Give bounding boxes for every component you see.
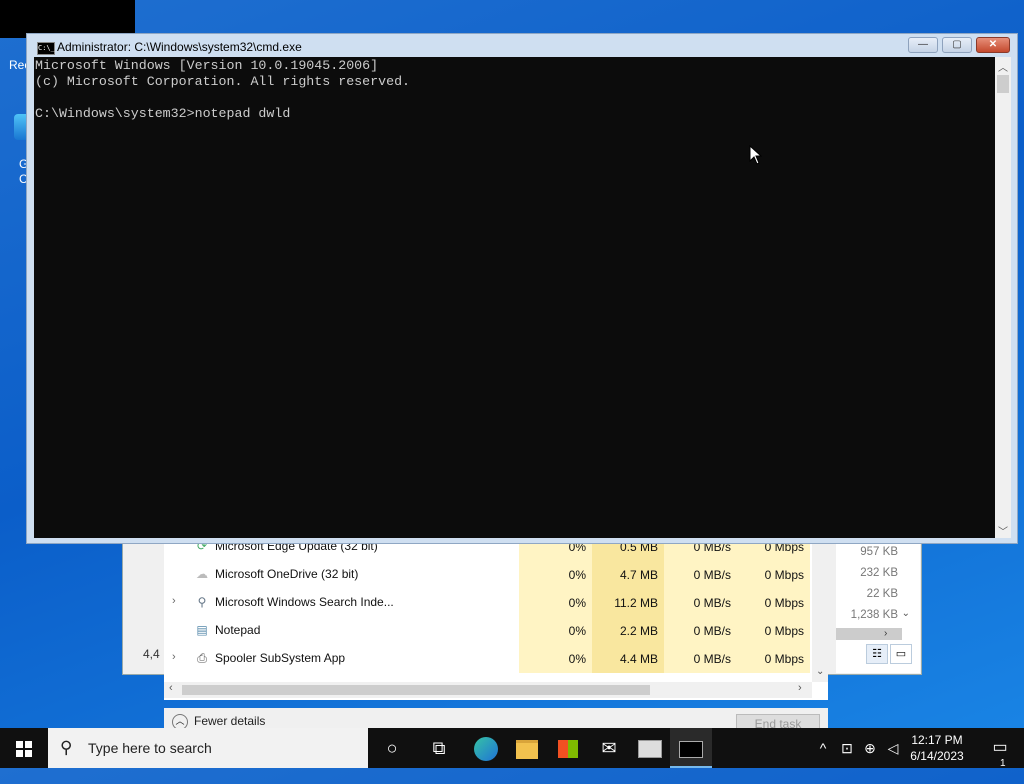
memory-value: 232 KB (860, 567, 898, 579)
console-prompt-line: C:\Windows\system32>notepad dwld (35, 106, 291, 121)
onedrive-icon: ☁ (196, 567, 208, 581)
start-button[interactable] (0, 728, 48, 768)
chevron-right-icon[interactable]: › (172, 595, 176, 607)
task-view-icon[interactable]: ⧉ (418, 728, 460, 768)
network-cell: 0 Mbps (737, 617, 810, 645)
disk-cell: 0 MB/s (664, 645, 737, 673)
fewer-details-label: Fewer details (194, 714, 266, 729)
tiles-view-icon[interactable]: ▭ (890, 644, 912, 664)
chevron-down-icon[interactable]: ⌄ (902, 608, 910, 619)
mail-icon[interactable]: ✉ (588, 728, 630, 768)
scrollbar-thumb[interactable] (836, 628, 902, 640)
scrollbar-thumb[interactable] (997, 75, 1009, 93)
search-placeholder: Type here to search (88, 740, 212, 756)
search-indexer-icon: ⚲ (197, 595, 207, 609)
cpu-cell: 0% (519, 589, 592, 617)
process-name: Notepad (215, 623, 261, 637)
network-icon[interactable]: ⊕ (861, 728, 879, 768)
cmd-taskbar-icon[interactable] (670, 728, 712, 768)
chevron-right-icon[interactable]: › (884, 628, 887, 639)
vertical-scrollbar[interactable]: ︿ ﹀ (995, 57, 1011, 538)
window-title: Administrator: C:\Windows\system32\cmd.e… (57, 40, 302, 54)
disk-cell: 0 MB/s (664, 561, 737, 589)
taskbar-search-box[interactable]: ⚲ Type here to search (48, 728, 368, 768)
table-row[interactable]: ▤ Notepad 0% 2.2 MB 0 MB/s 0 Mbps (164, 617, 812, 645)
vertical-scrollbar[interactable]: ⌄ (812, 540, 828, 682)
scrollbar-thumb[interactable] (182, 685, 650, 695)
task-manager-side-panel: 957 KB 232 KB 22 KB 1,238 KB ⌄ › ☷ ▭ (836, 540, 920, 673)
memory-cell: 4.7 MB (592, 561, 664, 589)
cmd-window: C:\_ Administrator: C:\Windows\system32\… (26, 33, 1018, 544)
chevron-down-icon[interactable]: ⌄ (816, 666, 824, 677)
network-cell: 0 Mbps (737, 561, 810, 589)
network-cell: 0 Mbps (737, 589, 810, 617)
process-name: Spooler SubSystem App (215, 651, 346, 665)
cmd-app-icon[interactable]: C:\_ (37, 42, 55, 55)
process-name: Microsoft OneDrive (32 bit) (215, 567, 359, 581)
memory-value: 22 KB (866, 588, 898, 600)
chevron-down-icon[interactable]: ﹀ (998, 523, 1008, 538)
clock-time: 12:17 PM (911, 733, 963, 747)
cpu-cell: 0% (519, 645, 592, 673)
mouse-pointer-icon (749, 145, 763, 165)
table-row[interactable]: › ⎙ Spooler SubSystem App 0% 4.4 MB 0 MB… (164, 645, 812, 673)
task-manager-footer: ︿ Fewer details End task (164, 708, 828, 734)
memory-value: 957 KB (860, 546, 898, 558)
cpu-cell: 0% (519, 617, 592, 645)
task-manager-icon[interactable] (629, 728, 671, 768)
edge-icon[interactable] (465, 728, 507, 768)
details-view-icon[interactable]: ☷ (866, 644, 888, 664)
close-button[interactable]: ✕ (976, 37, 1010, 53)
title-bar[interactable]: C:\_ Administrator: C:\Windows\system32\… (27, 34, 1017, 58)
clock[interactable]: 12:17 PM 6/14/2023 (902, 732, 972, 764)
chevron-right-icon[interactable]: › (798, 682, 802, 694)
table-row[interactable]: › ⚲ Microsoft Windows Search Inde... 0% … (164, 589, 812, 617)
memory-cell: 4.4 MB (592, 645, 664, 673)
cpu-cell: 0% (519, 561, 592, 589)
process-name: Microsoft Windows Search Inde... (215, 595, 394, 609)
notification-center-icon[interactable]: ▭ 1 (980, 728, 1020, 769)
network-cell: 0 Mbps (737, 645, 810, 673)
maximize-button[interactable]: ▢ (942, 37, 972, 53)
chevron-left-icon[interactable]: ‹ (169, 682, 173, 694)
store-icon[interactable] (547, 728, 589, 768)
chevron-up-icon[interactable]: ^ (814, 728, 832, 768)
console-output[interactable]: Microsoft Windows [Version 10.0.19045.20… (34, 57, 995, 538)
process-list: ⟳ Microsoft Edge Update (32 bit) 0% 0.5 … (164, 540, 828, 700)
file-explorer-icon[interactable] (506, 728, 548, 768)
table-row[interactable]: ☁ Microsoft OneDrive (32 bit) 0% 4.7 MB … (164, 561, 812, 589)
memory-cell: 11.2 MB (592, 589, 664, 617)
disk-cell: 0 MB/s (664, 589, 737, 617)
search-icon: ⚲ (60, 738, 73, 757)
memory-value: 1,238 KB (850, 609, 898, 621)
cortana-icon[interactable]: ○ (371, 728, 413, 768)
task-manager-left-fragment: 4,4 (143, 647, 160, 661)
chevron-up-icon[interactable]: ︿ (998, 59, 1008, 74)
memory-cell: 2.2 MB (592, 617, 664, 645)
windows-logo-icon (16, 741, 32, 757)
console-line: (c) Microsoft Corporation. All rights re… (35, 74, 411, 89)
horizontal-scrollbar[interactable]: ‹ › (164, 682, 812, 698)
meet-now-icon[interactable]: ⊡ (838, 728, 856, 768)
printer-icon: ⎙ (197, 651, 207, 665)
notification-count: 1 (1000, 758, 1006, 769)
notepad-icon: ▤ (196, 623, 208, 637)
console-line: Microsoft Windows [Version 10.0.19045.20… (35, 58, 379, 73)
disk-cell: 0 MB/s (664, 617, 737, 645)
volume-muted-icon[interactable]: ◁ (884, 728, 902, 768)
clock-date: 6/14/2023 (910, 749, 964, 763)
minimize-button[interactable]: — (908, 37, 938, 53)
chevron-right-icon[interactable]: › (172, 651, 176, 663)
taskbar: ⚲ Type here to search ○ ⧉ ✉ ^ ⊡ ⊕ ◁ 12:1… (0, 728, 1024, 769)
